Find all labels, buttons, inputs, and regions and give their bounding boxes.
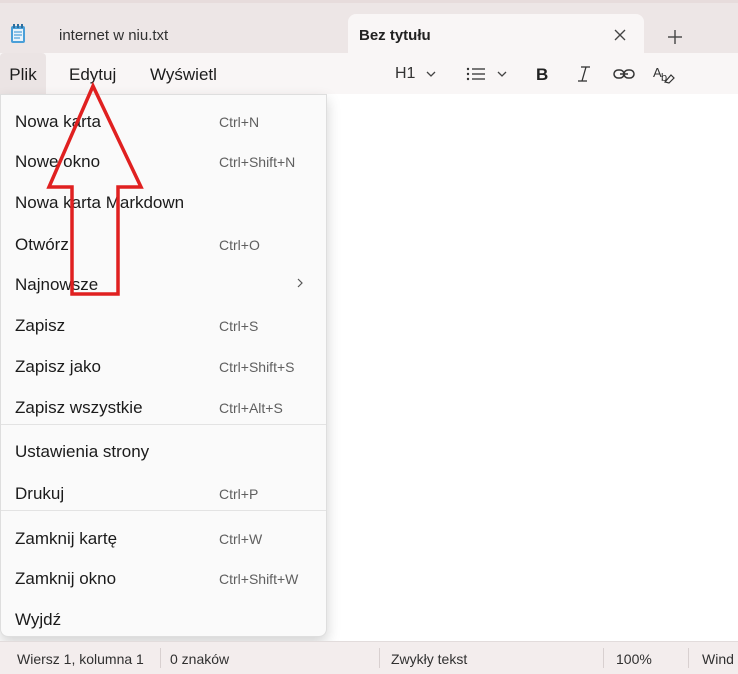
menu-item-label: Zamknij okno [15,569,117,588]
menu-item-najnowsze[interactable]: Najnowsze [1,263,326,303]
status-divider [603,648,604,668]
menu-item-label: Otwórz [15,235,69,254]
notepad-app-icon [11,24,25,43]
menu-item-label: Drukuj [15,484,65,503]
menu-separator [1,424,326,425]
menu-item-shortcut: Ctrl+S [219,318,259,334]
tab-label: Bez tytułu [359,27,431,44]
menu-plik[interactable]: Plik [0,53,46,94]
heading-dropdown[interactable]: H1 [393,62,441,86]
menu-item-label: Zamknij kartę [15,529,118,548]
status-divider [379,648,380,668]
menu-item-drukuj[interactable]: Drukuj Ctrl+P [1,472,326,512]
menu-wyswietl[interactable]: Wyświetl [150,53,217,94]
list-icon [466,67,485,81]
menu-item-label: Nowe okno [15,152,101,171]
status-encoding[interactable]: Wind [702,651,734,667]
menu-item-shortcut: Ctrl+W [219,531,263,547]
menu-item-label: Nowa karta Markdown [15,193,185,212]
chevron-right-icon [297,278,303,288]
tab-internet-w-niu[interactable]: internet w niu.txt [46,17,346,55]
menu-item-label: Zapisz jako [15,357,101,376]
menu-item-otworz[interactable]: Otwórz Ctrl+O [1,223,326,263]
status-text-format[interactable]: Zwykły tekst [391,651,467,667]
menu-item-zapisz-wszystkie[interactable]: Zapisz wszystkie Ctrl+Alt+S [1,386,326,426]
status-divider [688,648,689,668]
chevron-down-icon [426,71,436,77]
menu-item-zamknij-karte[interactable]: Zamknij kartę Ctrl+W [1,517,326,557]
menu-item-label: Ustawienia strony [15,442,150,461]
tab-label: internet w niu.txt [59,27,169,44]
menu-item-nowa-karta-markdown[interactable]: Nowa karta Markdown [1,181,326,221]
menu-item-shortcut: Ctrl+Shift+S [219,359,295,375]
menu-item-shortcut: Ctrl+O [219,237,260,253]
menu-item-label: Najnowsze [15,275,99,294]
menu-item-shortcut: Ctrl+P [219,486,259,502]
menu-item-ustawienia-strony[interactable]: Ustawienia strony [1,430,326,470]
list-dropdown[interactable] [466,62,512,86]
link-icon[interactable] [612,62,636,86]
menu-item-zapisz-jako[interactable]: Zapisz jako Ctrl+Shift+S [1,345,326,385]
status-bar: Wiersz 1, kolumna 1 0 znaków Zwykły teks… [0,641,738,674]
tab-bez-tytulu[interactable]: Bez tytułu [348,14,644,57]
status-char-count: 0 znaków [170,651,230,667]
menu-item-shortcut: Ctrl+Shift+N [219,154,296,170]
italic-icon[interactable] [574,62,594,86]
heading-label: H1 [395,65,416,82]
chevron-down-icon [497,71,507,77]
svg-text:B: B [536,65,548,84]
status-zoom[interactable]: 100% [616,651,652,667]
menu-edytuj[interactable]: Edytuj [69,53,116,94]
menu-item-zamknij-okno[interactable]: Zamknij okno Ctrl+Shift+W [1,557,326,597]
menu-item-wyjdz[interactable]: Wyjdź [1,598,326,638]
menu-item-nowa-karta[interactable]: Nowa karta Ctrl+N [1,100,326,140]
tab-bar: internet w niu.txt Bez tytułu [0,0,738,57]
menu-item-shortcut: Ctrl+N [219,114,260,130]
menu-item-label: Zapisz wszystkie [15,398,143,417]
menu-item-zapisz[interactable]: Zapisz Ctrl+S [1,304,326,344]
menu-item-shortcut: Ctrl+Alt+S [219,400,283,416]
bold-icon[interactable]: B [533,62,553,86]
status-divider [160,648,161,668]
file-menu-dropdown: Nowa karta Ctrl+N Nowe okno Ctrl+Shift+N… [0,94,327,637]
clear-formatting-icon[interactable]: A b [652,62,676,86]
menu-item-shortcut: Ctrl+Shift+W [219,571,299,587]
menu-item-label: Wyjdź [15,610,62,629]
menu-item-label: Nowa karta [15,112,101,131]
menu-bar: Plik Edytuj Wyświetl H1 B A b [0,53,738,95]
menu-item-nowe-okno[interactable]: Nowe okno Ctrl+Shift+N [1,140,326,180]
menu-separator [1,510,326,511]
close-icon[interactable] [610,25,630,45]
plus-icon[interactable] [662,24,688,50]
status-position: Wiersz 1, kolumna 1 [17,651,144,667]
menu-item-label: Zapisz [15,316,66,335]
